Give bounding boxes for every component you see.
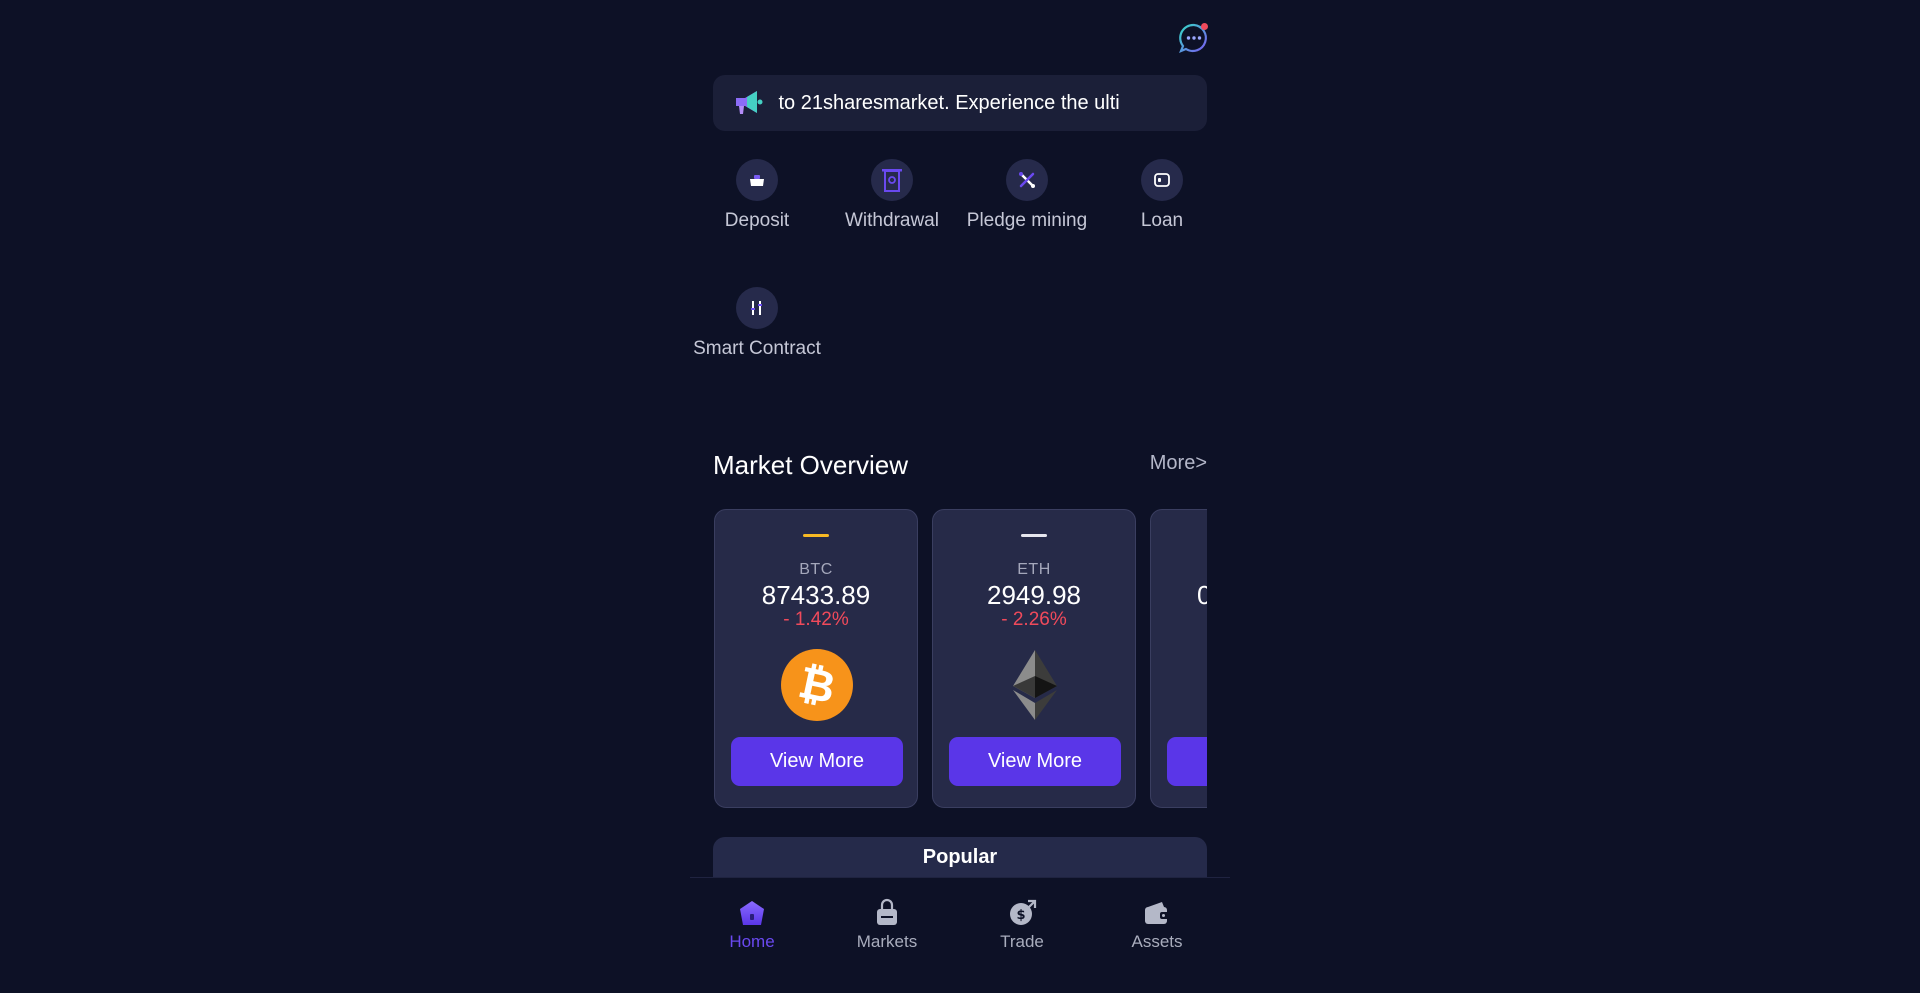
card-symbol: BTC	[799, 561, 833, 578]
smart-contract-label: Smart Contract	[693, 338, 821, 359]
smart-contract-icon	[736, 287, 778, 329]
ethereum-icon	[998, 648, 1072, 722]
card-symbol: ETH	[1017, 561, 1051, 578]
bottom-tab-bar: Home Markets $ Trade Assets	[690, 877, 1230, 993]
tab-home-label: Home	[729, 932, 775, 951]
view-more-button[interactable]: View More	[949, 737, 1121, 786]
loan-label: Loan	[1140, 210, 1184, 231]
card-price: 87433.89	[761, 580, 871, 610]
tab-trade[interactable]: $ Trade	[962, 898, 1082, 952]
view-more-button[interactable]: View More	[731, 737, 903, 786]
loan-icon	[1141, 159, 1183, 201]
pledge-mining-icon	[1006, 159, 1048, 201]
bitcoin-icon: ₿	[780, 648, 854, 722]
announcement-banner[interactable]: ome to 21sharesmarket. Experience the ul…	[713, 75, 1207, 131]
tab-home[interactable]: Home	[692, 898, 812, 952]
smart-contract-button[interactable]: Smart Contract	[692, 287, 822, 361]
market-card-eth[interactable]: ETH 2949.98 - 2.26% View More	[932, 509, 1136, 808]
card-accent-bar	[1021, 534, 1047, 537]
market-cards-carousel[interactable]: BTC 87433.89 - 1.42% ₿ View More ETH 294…	[713, 509, 1207, 809]
market-card-btc[interactable]: BTC 87433.89 - 1.42% ₿ View More	[714, 509, 918, 808]
withdrawal-button[interactable]: Withdrawal	[827, 159, 957, 233]
market-more-link[interactable]: More>	[1150, 452, 1207, 475]
withdrawal-icon	[871, 159, 913, 201]
app-frame: ome to 21sharesmarket. Experience the ul…	[690, 0, 1230, 993]
pledge-mining-label: Pledge mining	[966, 210, 1088, 231]
chat-bubble-icon[interactable]	[1178, 22, 1210, 54]
tab-assets[interactable]: Assets	[1097, 898, 1217, 952]
tab-markets[interactable]: Markets	[827, 898, 947, 952]
deposit-icon	[736, 159, 778, 201]
card-change: - 2.26%	[1001, 609, 1067, 630]
announcement-track: ome to 21sharesmarket. Experience the ul…	[778, 75, 1178, 131]
view-more-button[interactable]: V	[1167, 737, 1207, 786]
home-icon	[737, 898, 767, 928]
svg-text:$: $	[1016, 908, 1025, 923]
markets-bag-icon	[872, 898, 902, 928]
deposit-label: Deposit	[724, 210, 790, 231]
card-accent-bar	[803, 534, 829, 537]
card-price: 2949.98	[987, 580, 1081, 610]
withdrawal-label: Withdrawal	[845, 210, 939, 231]
popular-tab[interactable]: Popular	[713, 837, 1207, 877]
trade-coin-icon: $	[1007, 898, 1037, 928]
tab-markets-label: Markets	[856, 932, 918, 951]
wallet-icon	[1142, 898, 1172, 928]
tab-trade-label: Trade	[1000, 932, 1044, 951]
megaphone-icon	[733, 89, 765, 117]
announcement-text: ome to 21sharesmarket. Experience the ul…	[778, 92, 1120, 114]
card-change: - 1.42%	[783, 609, 849, 630]
market-card-partial[interactable]: 0 V	[1150, 509, 1207, 808]
tab-assets-label: Assets	[1131, 932, 1183, 951]
deposit-button[interactable]: Deposit	[692, 159, 822, 233]
loan-button[interactable]: Loan	[1097, 159, 1227, 233]
card-price: 0	[1197, 580, 1207, 610]
market-overview-title: Market Overview	[713, 450, 909, 480]
pledge-mining-button[interactable]: Pledge mining	[962, 159, 1092, 233]
